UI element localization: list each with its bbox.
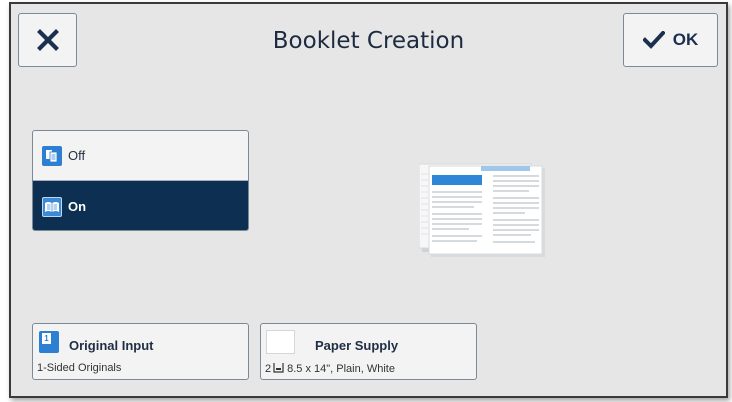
original-input-button[interactable]: 1 Original Input 1-Sided Originals <box>32 323 249 380</box>
paper-supply-value: 8.5 x 14", Plain, White <box>287 363 395 375</box>
page-title: Booklet Creation <box>272 28 465 54</box>
original-input-value: 1-Sided Originals <box>37 362 122 374</box>
checkmark-icon <box>642 31 665 49</box>
paper-tray-icon <box>273 363 284 373</box>
open-booklet-icon <box>42 196 62 217</box>
option-on[interactable]: On <box>33 181 248 230</box>
close-x-icon <box>36 29 59 51</box>
original-input-title: Original Input <box>69 338 154 353</box>
paper-supply-button[interactable]: Paper Supply 2 8.5 x 14", Plain, White <box>260 323 477 380</box>
booklet-option-group: Off On <box>32 130 249 231</box>
close-button[interactable] <box>18 13 77 67</box>
booklet-illustration <box>418 162 546 258</box>
option-off[interactable]: Off <box>33 131 248 181</box>
single-page-icon <box>42 145 62 166</box>
option-off-label: Off <box>68 148 86 163</box>
option-on-label: On <box>68 199 87 214</box>
tray-number: 2 <box>265 363 272 375</box>
ok-button[interactable]: OK <box>623 13 718 67</box>
paper-color-swatch <box>266 330 295 354</box>
booklet-creation-screen: Booklet Creation OK Off On 1 Original In… <box>9 2 728 398</box>
paper-supply-value-line: 2 8.5 x 14", Plain, White <box>265 362 395 375</box>
paper-supply-title: Paper Supply <box>315 338 399 353</box>
ok-label: OK <box>672 30 699 49</box>
one-sided-document-icon: 1 <box>39 331 59 353</box>
one-sided-icon-number: 1 <box>42 333 51 344</box>
